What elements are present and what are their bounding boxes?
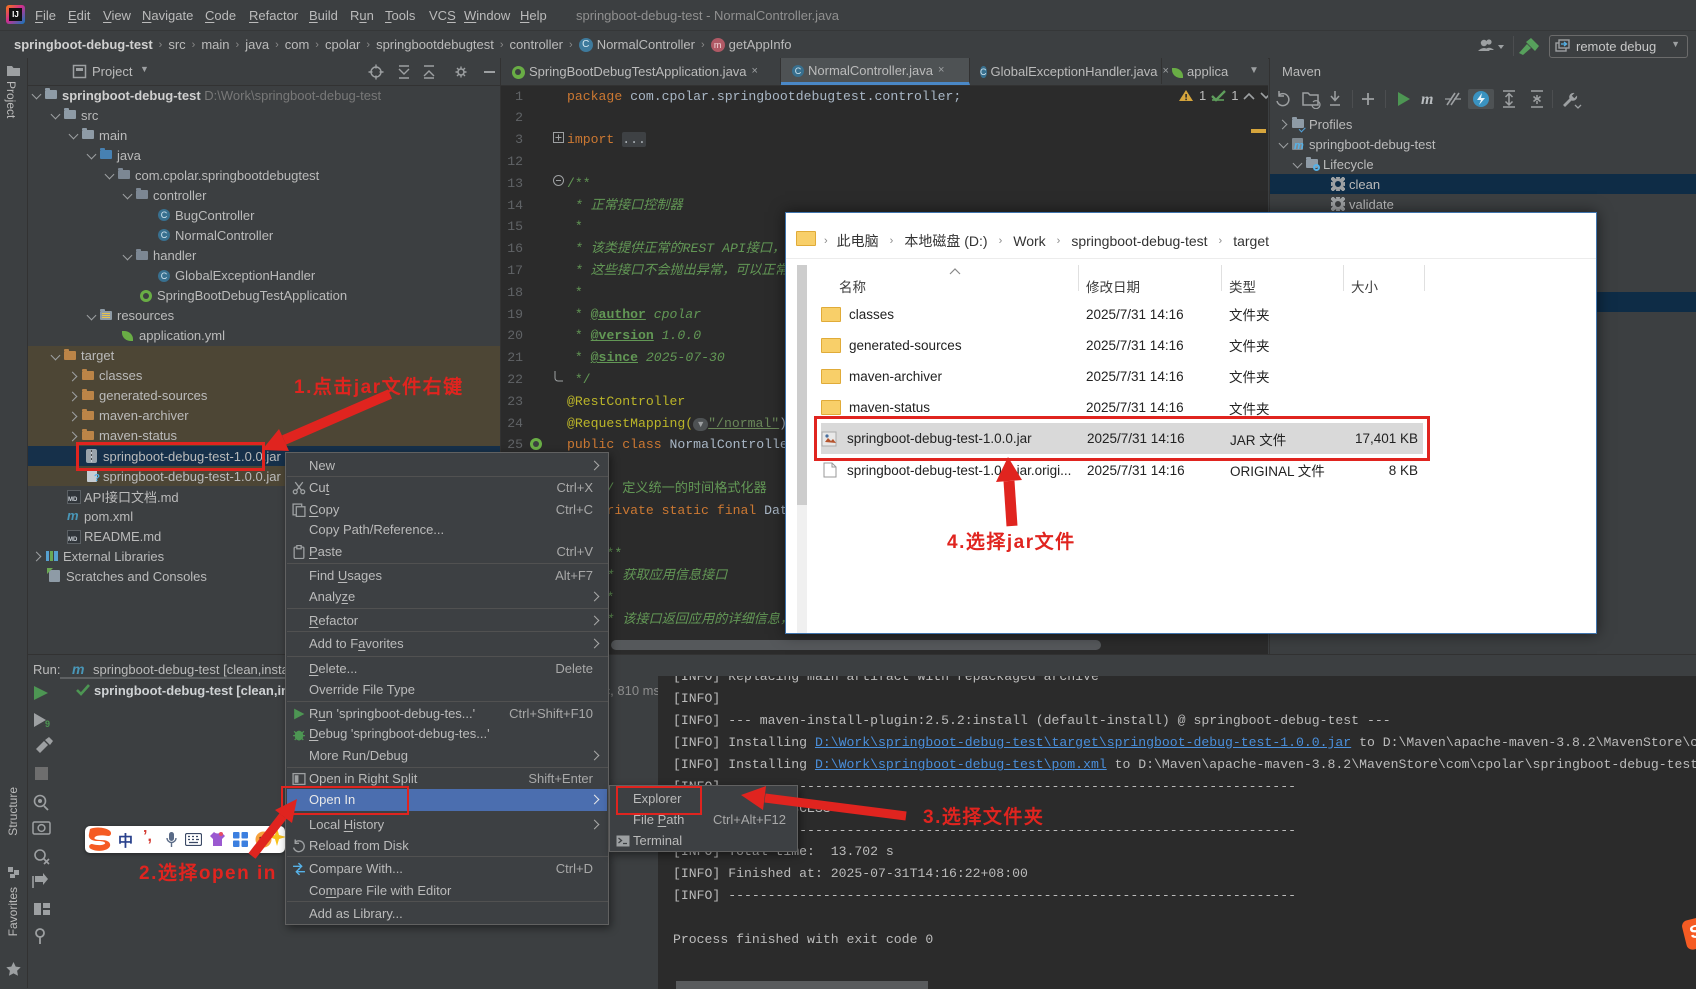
svg-text:m: m — [1421, 91, 1433, 108]
svg-text:9: 9 — [45, 719, 50, 729]
